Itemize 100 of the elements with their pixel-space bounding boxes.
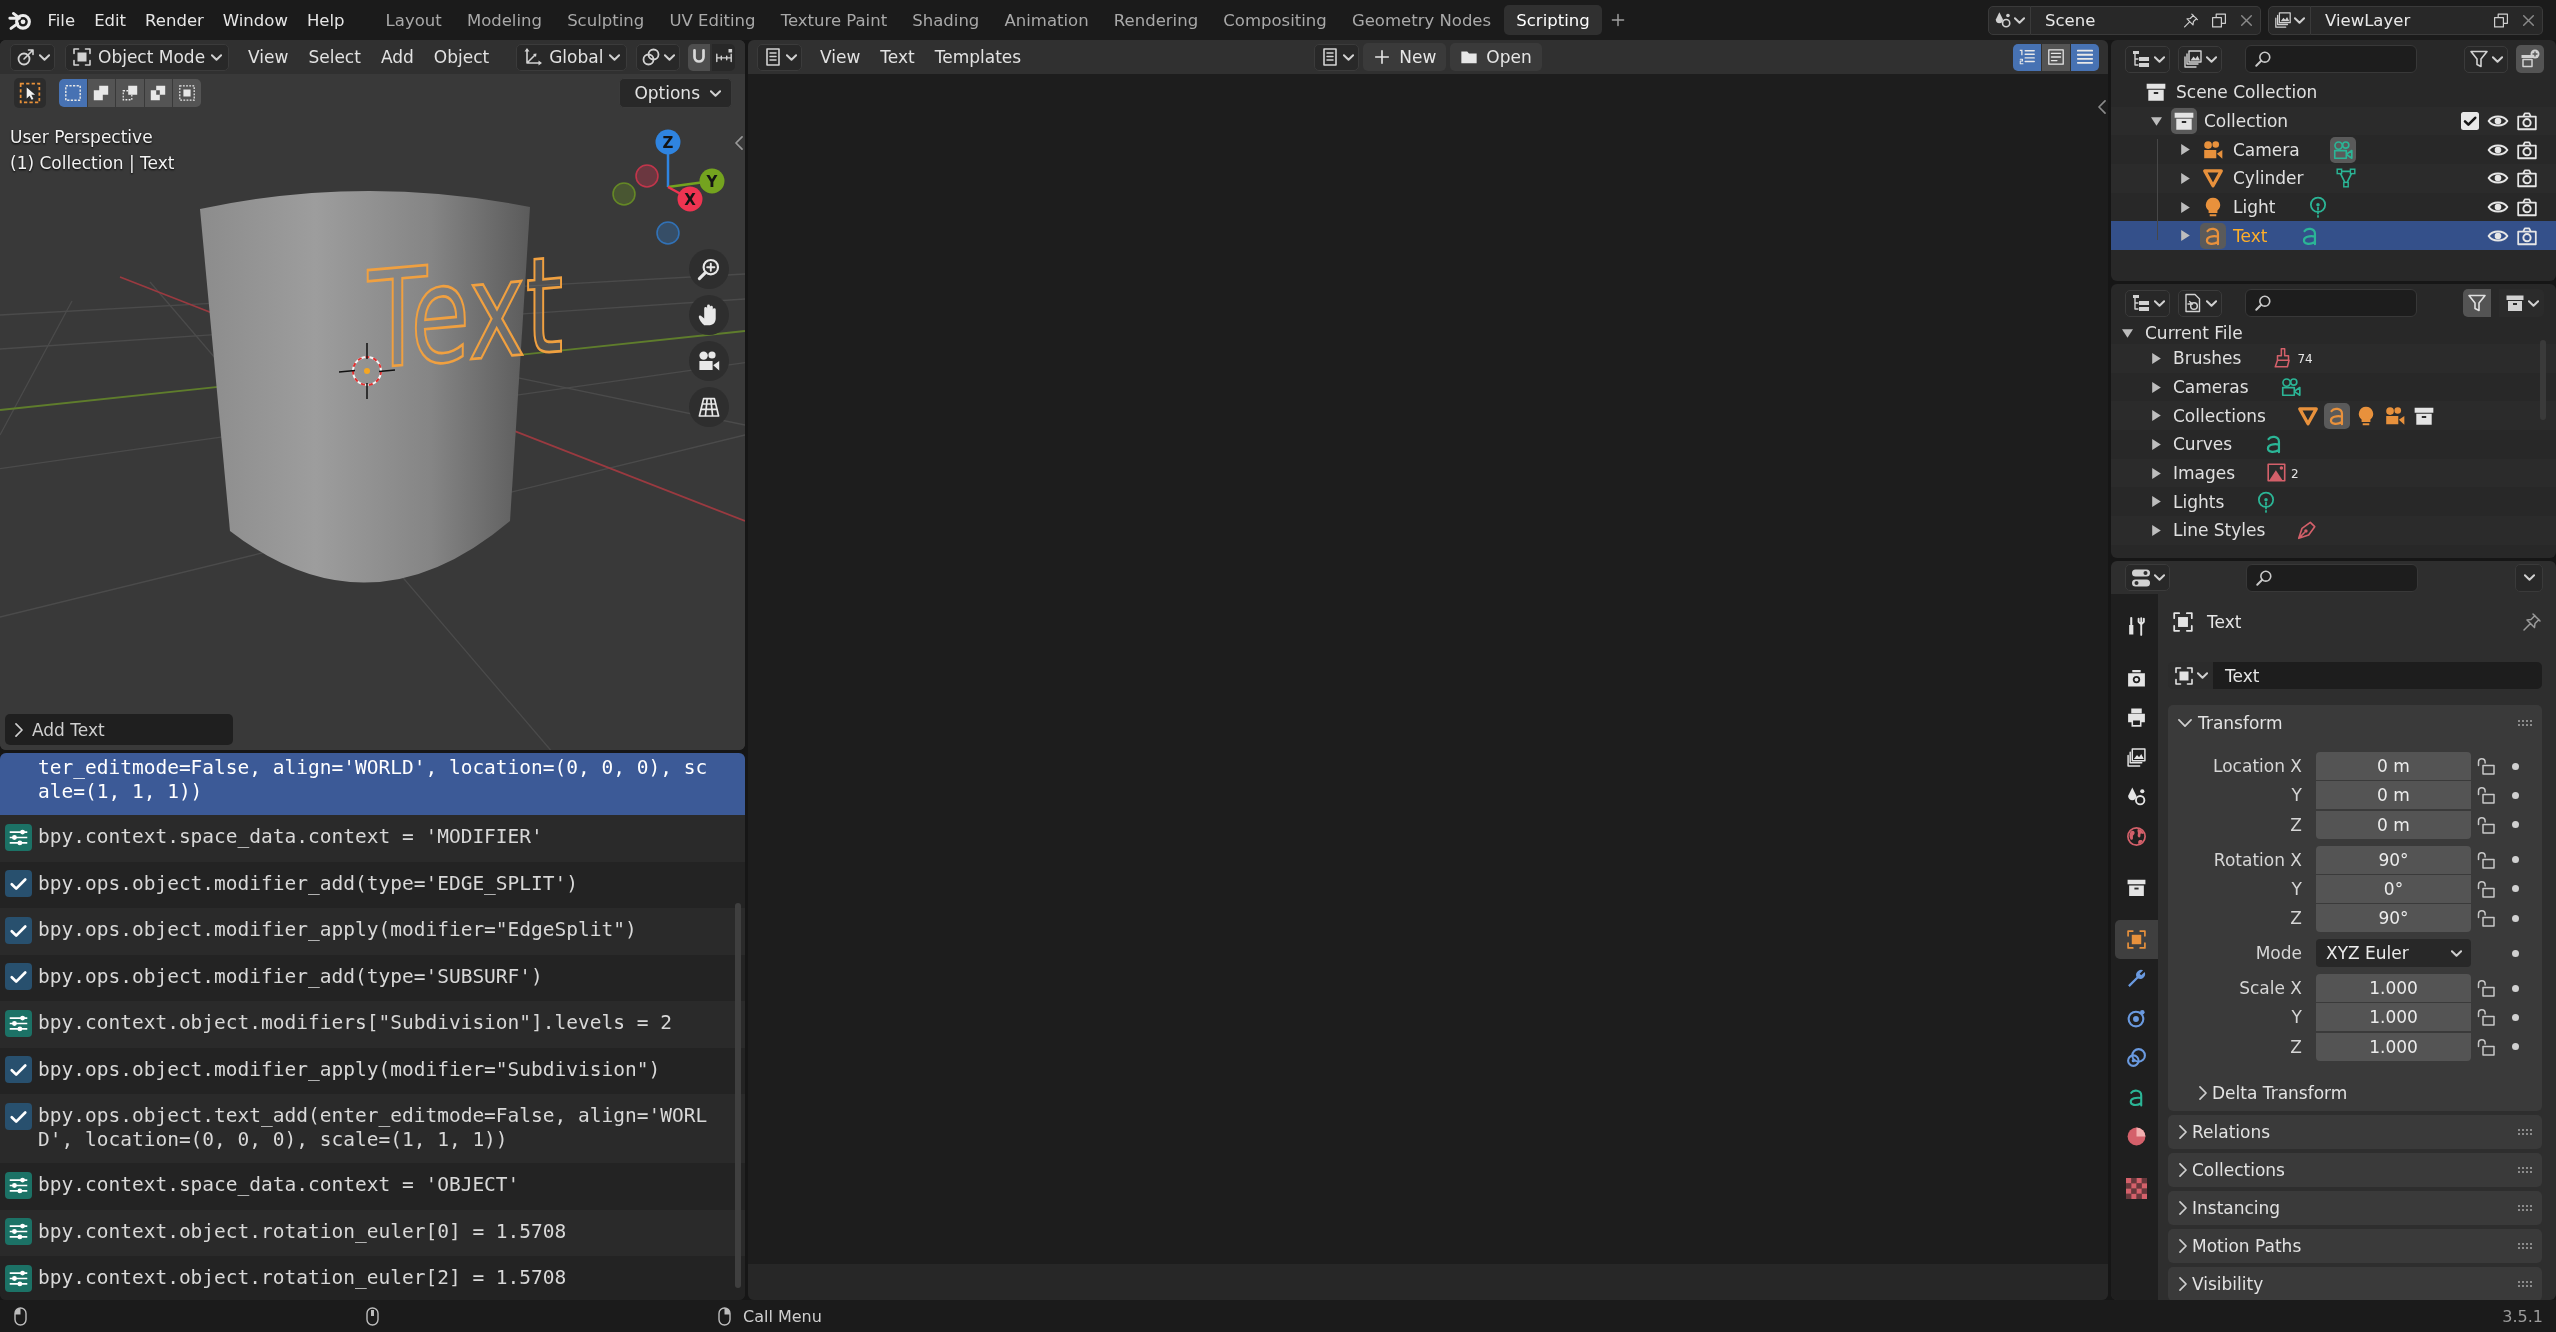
menu-item[interactable]: Text (870, 43, 925, 71)
number-field[interactable]: 0 m (2316, 752, 2471, 780)
outliner-row[interactable]: Light (2111, 192, 2556, 222)
disclosure-triangle-icon[interactable] (2152, 524, 2161, 536)
dot-icon[interactable] (2511, 949, 2519, 957)
menu-item[interactable]: View (238, 43, 299, 71)
outliner-row[interactable]: Cameras (2111, 372, 2556, 402)
workspace-tab[interactable]: Scripting (1503, 5, 1603, 35)
outliner-row[interactable]: Scene Collection (2111, 78, 2556, 107)
open-lock-icon[interactable] (2475, 756, 2496, 776)
outliner-row[interactable]: Text (2111, 221, 2556, 251)
open-text-button[interactable]: Open (1450, 43, 1542, 71)
workspace-tab[interactable]: Shading (899, 5, 992, 35)
triangle-mesh-icon[interactable] (2335, 167, 2358, 190)
workspace-tab[interactable]: Sculpting (554, 5, 657, 35)
orientation-dropdown[interactable]: Global (516, 43, 628, 71)
open-lock-icon[interactable] (2475, 878, 2496, 899)
editor-type-dropdown[interactable] (757, 43, 802, 71)
display-mode-dropdown[interactable] (2125, 45, 2170, 73)
snap-toggle[interactable] (688, 43, 711, 71)
disclosure-triangle-icon[interactable] (2152, 438, 2161, 450)
gizmo-negative-axis-button[interactable] (612, 182, 636, 206)
new-collection-button[interactable] (2516, 45, 2544, 73)
dot-icon[interactable] (2511, 821, 2519, 829)
word-wrap-toggle[interactable] (2042, 43, 2070, 71)
file-mode-dropdown[interactable] (2178, 289, 2222, 317)
menu-item[interactable]: File (38, 6, 85, 34)
photo-camera-icon[interactable] (2516, 167, 2538, 190)
dot-icon[interactable] (2511, 984, 2519, 992)
dot-icon[interactable] (2511, 791, 2519, 799)
mode-dropdown[interactable]: Object Mode (65, 43, 230, 71)
select-mode-button[interactable] (144, 79, 172, 107)
grip-dots-icon[interactable] (2518, 1204, 2532, 1211)
number-field[interactable]: 1.000 (2316, 974, 2471, 1003)
chevron-left-icon[interactable] (735, 136, 743, 150)
photo-camera-icon[interactable] (2516, 196, 2538, 219)
pan-button[interactable] (689, 295, 729, 335)
scene-browse-dropdown[interactable] (1988, 5, 2031, 35)
number-field[interactable]: 0° (2316, 874, 2471, 903)
properties-tab[interactable] (2115, 919, 2158, 959)
dot-icon[interactable] (2511, 914, 2519, 922)
grip-dots-icon[interactable] (2518, 1280, 2532, 1287)
close-icon[interactable] (2515, 5, 2543, 35)
display-mode-dropdown[interactable] (2125, 289, 2170, 317)
panel-header[interactable]: Collections (2168, 1152, 2542, 1187)
object-name-field[interactable]: Text (2213, 662, 2542, 689)
snap-target-dropdown[interactable] (712, 43, 735, 71)
checkbox[interactable] (2460, 111, 2480, 132)
disclosure-triangle-icon[interactable] (2181, 144, 2190, 156)
log-entry[interactable]: bpy.context.object.rotation_euler[0] = 1.5708 (0, 1209, 745, 1256)
log-entry[interactable]: bpy.ops.object.modifier_apply(modifier="EdgeSplit") (0, 908, 745, 955)
scene-name-field[interactable]: Scene (2031, 5, 2177, 35)
disclosure-triangle-icon[interactable] (2152, 496, 2161, 508)
workspace-tab[interactable]: Animation (991, 5, 1102, 35)
pivot-dropdown[interactable] (636, 43, 681, 71)
grip-dots-icon[interactable] (2518, 1128, 2532, 1135)
log-entry[interactable]: bpy.context.space_data.context = 'MODIFIER' (0, 815, 745, 862)
number-field[interactable]: 0 m (2316, 781, 2471, 810)
search-field[interactable] (2245, 45, 2417, 73)
open-lock-icon[interactable] (2475, 908, 2496, 929)
grip-dots-icon[interactable] (2518, 1242, 2532, 1249)
options-dropdown[interactable] (2515, 563, 2543, 592)
disclosure-triangle-icon[interactable] (2151, 116, 2162, 126)
workspace-tab[interactable]: Modeling (454, 5, 555, 35)
number-field[interactable]: 1.000 (2316, 1003, 2471, 1032)
photo-camera-icon[interactable] (2516, 224, 2538, 247)
workspace-tab[interactable]: Compositing (1210, 5, 1340, 35)
camera-view-button[interactable] (689, 341, 729, 381)
select-mode-button[interactable] (87, 79, 115, 107)
workspace-tab[interactable]: Layout (373, 5, 455, 35)
grip-dots-icon[interactable] (2518, 720, 2532, 726)
outliner-row[interactable]: Lights (2111, 487, 2556, 517)
workspace-tab[interactable]: Texture Paint (768, 5, 900, 35)
panel-header[interactable]: Instancing (2168, 1190, 2542, 1225)
dot-icon[interactable] (2511, 1043, 2519, 1051)
number-field[interactable]: 90° (2316, 845, 2471, 874)
disclosure-triangle-icon[interactable] (2152, 352, 2161, 364)
photo-camera-icon[interactable] (2516, 138, 2538, 161)
add-workspace-icon[interactable] (1610, 12, 1627, 28)
editor-type-dropdown[interactable] (2125, 564, 2170, 591)
search-field[interactable] (2245, 289, 2417, 317)
open-lock-icon[interactable] (2475, 1036, 2496, 1057)
open-lock-icon[interactable] (2475, 849, 2496, 870)
scroll-bar[interactable] (735, 903, 741, 1288)
options-dropdown[interactable]: Options (619, 78, 732, 108)
chevron-left-icon[interactable] (2098, 100, 2106, 114)
filter-icon[interactable] (2463, 289, 2491, 317)
dot-icon[interactable] (2511, 762, 2519, 770)
image-icon[interactable] (2266, 462, 2289, 485)
view-layer-name-field[interactable]: ViewLayer (2311, 5, 2487, 35)
zoom-button[interactable] (689, 249, 729, 289)
disclosure-triangle-icon[interactable] (2181, 172, 2190, 184)
open-lock-icon[interactable] (2475, 785, 2496, 806)
select-mode-button[interactable] (59, 79, 87, 107)
last-operator-panel[interactable]: Add Text (5, 714, 233, 745)
outliner-row[interactable]: Curves (2111, 430, 2556, 459)
letter-a-icon[interactable] (2323, 402, 2350, 429)
line-numbers-toggle[interactable] (2013, 43, 2041, 71)
panel-header[interactable]: Visibility (2168, 1266, 2542, 1300)
grip-dots-icon[interactable] (2518, 1166, 2532, 1173)
